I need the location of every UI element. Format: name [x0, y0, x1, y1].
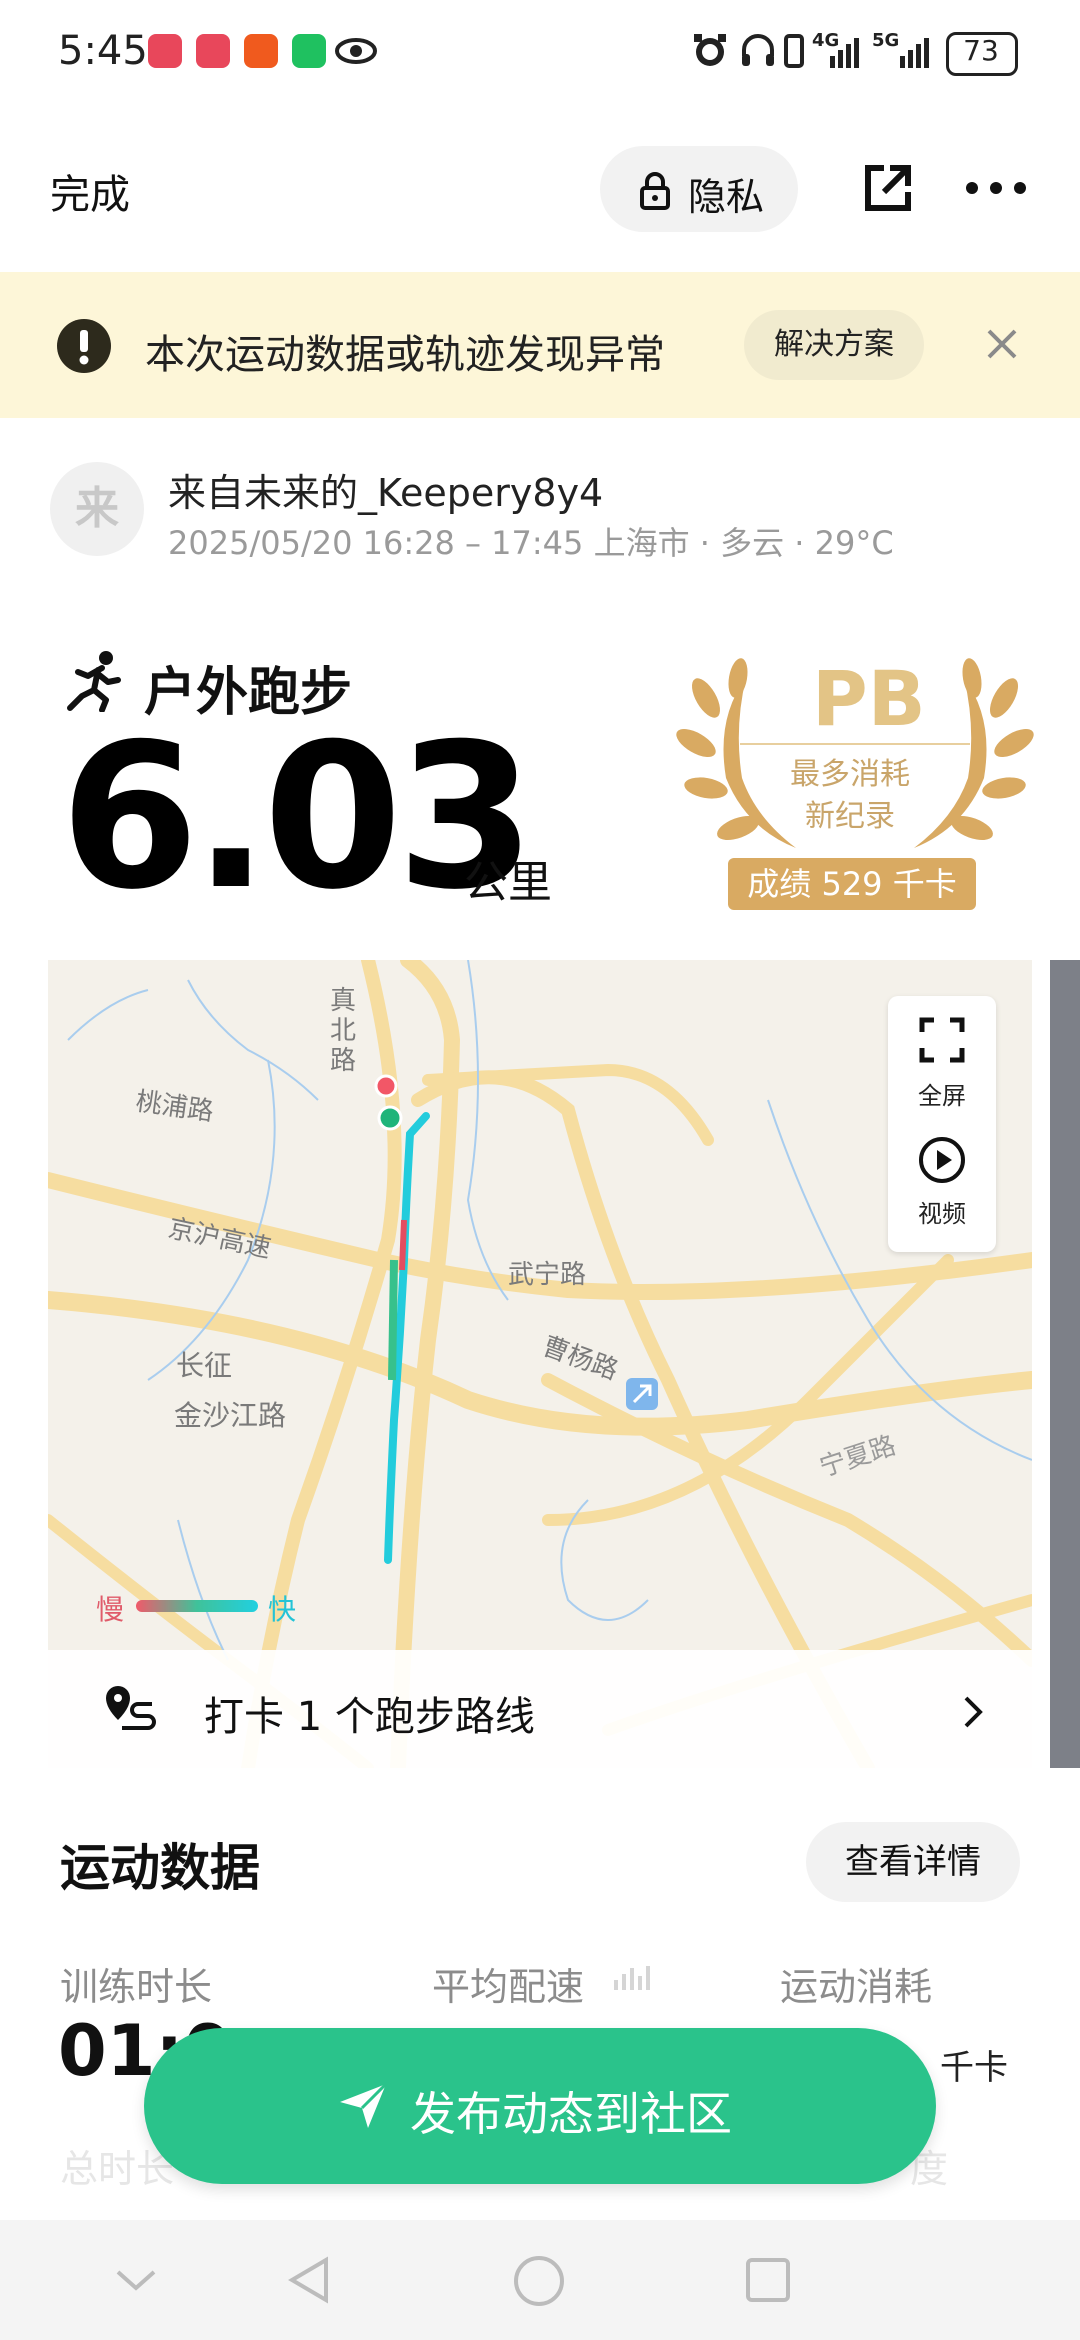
chart-icon [614, 1966, 650, 1990]
next-card-preview[interactable] [1050, 960, 1080, 1768]
pb-title: PB [812, 654, 926, 743]
publish-label: 发布动态到社区 [410, 2087, 732, 2141]
distance-unit: 公里 [464, 857, 552, 908]
send-icon [340, 2082, 388, 2128]
status-bar: 5:45 4G 5G 73 [0, 0, 1080, 110]
taobao-icon [244, 34, 278, 68]
avatar[interactable]: 来 [50, 462, 144, 556]
airplane-icon [626, 1378, 658, 1410]
checkin-text: 打卡 1 个跑步路线 [204, 1694, 535, 1740]
road-label: 武宁路 [508, 1260, 587, 1290]
speed-legend-bar [136, 1600, 258, 1612]
stat-unit-calories: 千卡 [940, 2048, 1008, 2088]
map-controls: 全屏 视频 [888, 996, 996, 1252]
headphones-icon [742, 34, 774, 66]
stat-label-pace: 平均配速 [432, 1965, 585, 2009]
pb-subtitle-1: 最多消耗 [790, 757, 910, 792]
route-pin-icon [106, 1686, 156, 1730]
banner-message: 本次运动数据或轨迹发现异常 [145, 332, 665, 378]
share-icon[interactable] [862, 162, 914, 214]
fullscreen-label[interactable]: 全屏 [888, 1076, 996, 1111]
route-checkin-row[interactable] [48, 1650, 1032, 1768]
route-end-marker [374, 1074, 398, 1098]
place-label: 长征 [176, 1349, 233, 1382]
vibrate-icon [784, 34, 804, 68]
home-icon[interactable] [512, 2254, 566, 2308]
fullscreen-icon[interactable] [918, 1016, 966, 1064]
app-red-icon [196, 34, 230, 68]
recents-icon[interactable] [744, 2256, 792, 2304]
app-red-icon [148, 34, 182, 68]
route-map[interactable]: 桃浦路 真北路 京沪高速 武宁路 曹杨路 长征 金沙江路 宁夏路 [48, 960, 1032, 1768]
video-label[interactable]: 视频 [888, 1194, 996, 1229]
warning-icon [57, 319, 111, 373]
activity-meta: 2025/05/20 16:28 – 17:45 上海市 · 多云 · 29°C [168, 524, 894, 562]
close-icon[interactable] [986, 328, 1018, 360]
author-name[interactable]: 来自未来的_Keepery8y4 [168, 462, 603, 517]
route-slow-segment [399, 1219, 407, 1271]
alarm-icon [694, 34, 726, 66]
back-icon[interactable] [286, 2254, 332, 2306]
pb-result-badge[interactable]: 成绩 529 千卡 [728, 858, 976, 910]
stat-label-calories: 运动消耗 [780, 1965, 933, 2009]
road-label: 真北路 [330, 986, 357, 1076]
chevron-down-icon[interactable] [114, 2266, 158, 2294]
video-play-icon[interactable] [918, 1136, 966, 1184]
distance-value: 6.03 [60, 701, 535, 934]
road-label: 金沙江路 [174, 1399, 287, 1432]
stat-label-duration: 训练时长 [60, 1965, 213, 2009]
chevron-right-icon[interactable] [962, 1694, 984, 1730]
more-icon[interactable] [964, 180, 1028, 196]
route-mid-segment [388, 1259, 398, 1381]
eye-icon [335, 38, 377, 64]
signal-icon [830, 38, 859, 68]
privacy-label: 隐私 [688, 175, 765, 219]
status-time: 5:45 [58, 28, 148, 74]
legend-fast: 快 [268, 1593, 297, 1626]
view-details-button[interactable]: 查看详情 [806, 1822, 1020, 1902]
pb-subtitle-2: 新纪录 [805, 799, 895, 834]
legend-slow: 慢 [96, 1593, 125, 1626]
lock-icon [640, 172, 670, 210]
signal-icon [900, 38, 929, 68]
wechat-icon [292, 34, 326, 68]
route-start-marker [377, 1105, 403, 1131]
section-title: 运动数据 [60, 1839, 260, 1897]
done-button[interactable]: 完成 [50, 162, 130, 220]
battery-level: 73 [963, 34, 999, 67]
network-type-2: 5G [872, 30, 900, 51]
solution-button[interactable]: 解决方案 [744, 310, 924, 380]
